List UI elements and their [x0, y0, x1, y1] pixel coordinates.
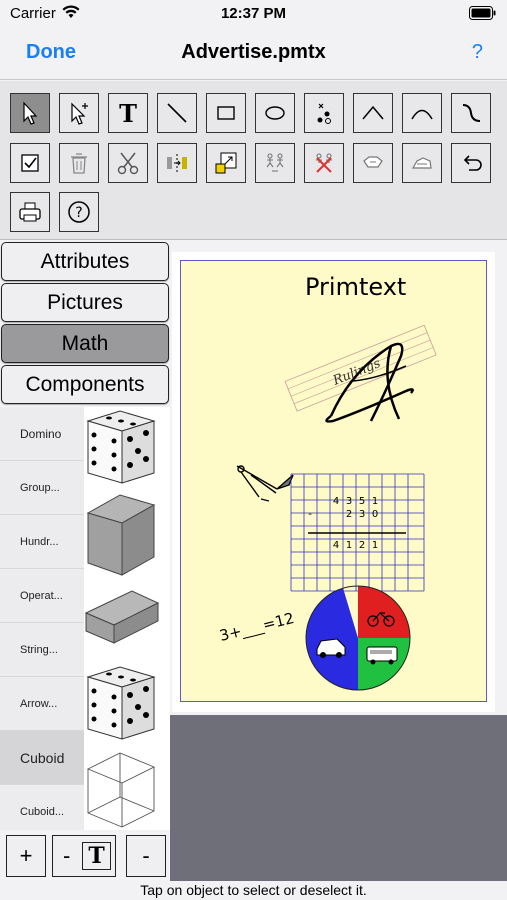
delete-text-button[interactable]: - T: [52, 835, 116, 877]
resize-tool[interactable]: [206, 143, 246, 183]
hint-text: Tap on object to select or deselect it.: [0, 881, 507, 900]
component-thumbnails: [84, 410, 160, 828]
print-button[interactable]: [10, 192, 50, 232]
remove-button[interactable]: -: [126, 835, 166, 877]
list-item-label: Operat...: [0, 569, 84, 623]
arithmetic-grid: [290, 473, 425, 592]
svg-text:3: 3: [346, 496, 352, 507]
polyline-icon: [362, 105, 384, 120]
svg-text:1: 1: [346, 540, 352, 551]
text-tool-icon: T: [119, 98, 137, 128]
page-content[interactable]: Primtext Rulings 4 3 5 1 - 2 3 0 4 1 2 1…: [180, 260, 487, 702]
ellipse-tool[interactable]: [255, 93, 295, 133]
canvas-background: [170, 715, 507, 881]
print-icon: [19, 202, 41, 222]
text-tool[interactable]: T: [108, 93, 148, 133]
undo-icon: [463, 155, 482, 171]
scissors-icon: [117, 152, 139, 175]
svg-text:2: 2: [346, 509, 352, 520]
flip-icon: [167, 154, 187, 172]
tool-palette: T ?: [0, 81, 507, 240]
help-icon: ?: [68, 201, 90, 223]
document-illustrations: Rulings 4 3 5 1 - 2 3 0 4 1 2 1 3+___=12: [218, 324, 437, 691]
checkbox-tool[interactable]: [10, 143, 50, 183]
svg-text:1: 1: [372, 540, 378, 551]
list-item-label: Cuboid...: [0, 785, 84, 830]
svg-text:5: 5: [359, 496, 365, 507]
components-list[interactable]: Domino Group... Hundr... Operat... Strin…: [0, 407, 170, 830]
group-icon: [266, 153, 284, 172]
help-button[interactable]: ?: [472, 41, 483, 64]
ellipse-icon: [265, 106, 285, 120]
status-bar: Carrier 12:37 PM: [0, 0, 507, 28]
trash-icon: [71, 153, 87, 174]
tab-components[interactable]: Components: [1, 365, 169, 404]
ungroup-icon: [316, 153, 332, 173]
document-title: Advertise.pmtx: [181, 41, 326, 63]
dice-icon: [86, 410, 156, 484]
list-item-label: Group...: [0, 461, 84, 515]
list-controls: + - T -: [0, 833, 170, 881]
svg-text:0: 0: [372, 509, 378, 520]
erase-shape-icon: [411, 157, 432, 169]
points-icon: [317, 103, 331, 124]
minus-label: -: [63, 843, 71, 868]
tab-attributes[interactable]: Attributes: [1, 242, 169, 281]
undo-button[interactable]: [451, 143, 491, 183]
svg-text:3: 3: [359, 509, 365, 520]
pointer-icon: [23, 101, 38, 125]
list-item-label: Domino: [0, 407, 84, 461]
list-item-label: Cuboid: [0, 731, 84, 785]
polyline-tool[interactable]: [353, 93, 393, 133]
pointer-tool[interactable]: [10, 93, 50, 133]
flat-box-icon: [84, 590, 160, 644]
erase-shape-tool[interactable]: [402, 143, 442, 183]
checkbox-icon: [21, 154, 39, 172]
points-tool[interactable]: [304, 93, 344, 133]
arc-tool[interactable]: [402, 93, 442, 133]
list-item-label: Hundr...: [0, 515, 84, 569]
navigation-bar: Done Advertise.pmtx ?: [0, 28, 507, 80]
list-item-label: Arrow...: [0, 677, 84, 731]
svg-text:4: 4: [333, 496, 339, 507]
arc-icon: [411, 109, 433, 120]
equation-text: 3+___=12: [218, 609, 297, 646]
help-tool[interactable]: ?: [59, 192, 99, 232]
line-icon: [167, 103, 187, 123]
edit-shape-tool[interactable]: [353, 143, 393, 183]
rulings-band: Rulings: [284, 324, 437, 412]
rectangle-tool[interactable]: [206, 93, 246, 133]
tab-math[interactable]: Math: [1, 324, 169, 363]
svg-text:4: 4: [333, 540, 339, 551]
group-tool[interactable]: [255, 143, 295, 183]
document-canvas[interactable]: Primtext Rulings 4 3 5 1 - 2 3 0 4 1 2 1…: [170, 240, 507, 881]
curve-tool[interactable]: [451, 93, 491, 133]
rectangle-icon: [217, 106, 235, 120]
delete-tool[interactable]: [59, 143, 99, 183]
add-button[interactable]: +: [6, 835, 46, 877]
cut-tool[interactable]: [108, 143, 148, 183]
list-item-label: String...: [0, 623, 84, 677]
edit-shape-icon: [363, 156, 383, 168]
text-glyph: T: [82, 842, 111, 870]
resize-icon: [215, 152, 237, 174]
flip-tool[interactable]: [157, 143, 197, 183]
vehicle-pie: [305, 585, 411, 691]
solid-cube-icon: [86, 494, 156, 576]
battery-icon: [469, 6, 496, 20]
svg-text:1: 1: [372, 496, 378, 507]
ungroup-tool[interactable]: [304, 143, 344, 183]
svg-text:2: 2: [359, 540, 365, 551]
line-tool[interactable]: [157, 93, 197, 133]
clock: 12:37 PM: [220, 5, 287, 22]
multi-select-tool[interactable]: [59, 93, 99, 133]
wire-cube-icon: [86, 752, 156, 828]
svg-text:?: ?: [75, 205, 82, 221]
svg-text:-: -: [308, 509, 312, 520]
pointer-plus-icon: [71, 102, 88, 125]
tab-pictures[interactable]: Pictures: [1, 283, 169, 322]
compass-drawing: [236, 465, 294, 502]
dice-icon: [86, 666, 156, 740]
curve-icon: [462, 104, 481, 122]
